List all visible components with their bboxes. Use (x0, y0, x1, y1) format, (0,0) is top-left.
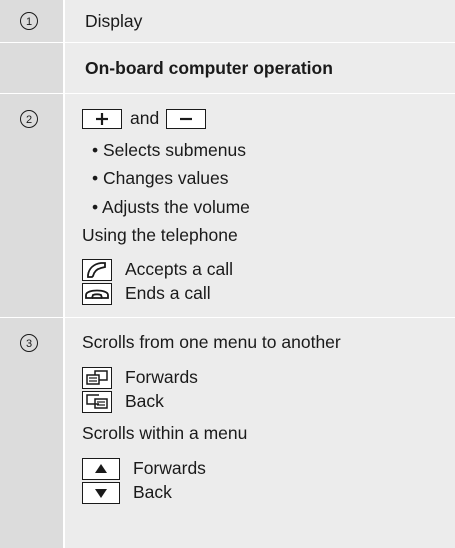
phone-accept-icon (87, 262, 106, 278)
plus-key (82, 109, 122, 129)
table-row: On-board computer operation (0, 43, 455, 94)
plus-icon (96, 113, 108, 125)
page-back-key (82, 391, 112, 413)
arrow-up-key (82, 458, 120, 480)
minus-key (166, 109, 206, 129)
forwards-text: Forwards (133, 458, 206, 478)
arrow-down-key (82, 482, 120, 504)
bullet-item: • Adjusts the volume (92, 197, 250, 217)
accept-call-text: Accepts a call (125, 259, 233, 279)
callout-number: 3 (20, 334, 38, 352)
minus-icon (180, 117, 192, 121)
page-forward-key (82, 367, 112, 389)
telephone-heading: Using the telephone (82, 225, 238, 245)
table-row: 2 and • Selects submenus • Changes value… (0, 94, 455, 318)
table-row: 3 Scrolls from one menu to another Forwa… (0, 318, 455, 548)
and-text: and (130, 108, 160, 128)
phone-end-key (82, 283, 112, 305)
page-back-icon (86, 394, 108, 409)
callout-number: 1 (20, 12, 38, 30)
scroll-within-text: Scrolls within a menu (82, 423, 248, 443)
phone-end-icon (85, 289, 109, 299)
section-heading: On-board computer operation (85, 58, 333, 78)
arrow-up-icon (95, 464, 107, 473)
forwards-text: Forwards (125, 367, 198, 387)
back-text: Back (125, 391, 164, 411)
page-forward-icon (86, 370, 108, 385)
back-text: Back (133, 482, 172, 502)
callout-number: 2 (20, 110, 38, 128)
bullet-item: • Changes values (92, 168, 229, 188)
end-call-text: Ends a call (125, 283, 211, 303)
scroll-menus-text: Scrolls from one menu to another (82, 332, 341, 352)
instructions-table: 1 Display On-board computer operation 2 … (0, 0, 455, 548)
arrow-down-icon (95, 489, 107, 498)
table-row: 1 Display (0, 0, 455, 43)
bullet-item: • Selects submenus (92, 140, 246, 160)
phone-accept-key (82, 259, 112, 281)
row-text: Display (85, 11, 143, 31)
